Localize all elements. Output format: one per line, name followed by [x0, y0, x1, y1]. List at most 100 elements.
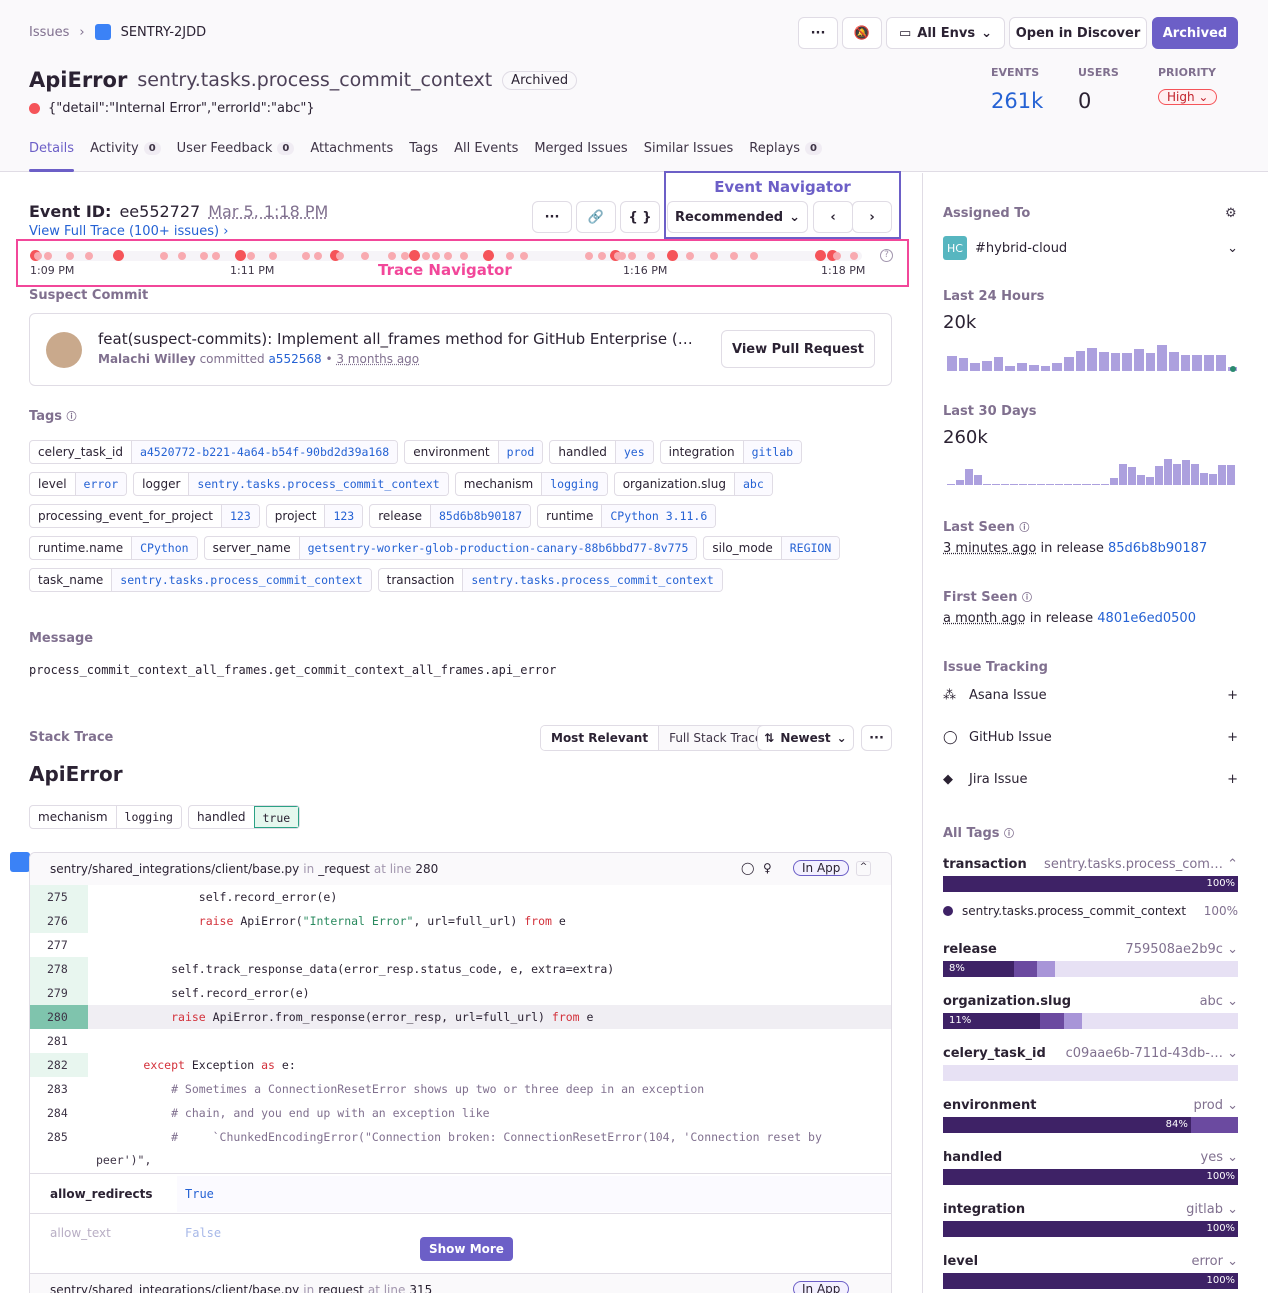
trace-event-dot[interactable] — [585, 252, 593, 260]
stack-more-button[interactable]: ··· — [861, 725, 892, 751]
open-in-discover-button[interactable]: Open in Discover — [1009, 17, 1147, 49]
collapse-frame-button[interactable]: ^ — [856, 861, 871, 876]
source-map-icon[interactable]: ♀ — [763, 861, 772, 875]
archived-button[interactable]: Archived — [1152, 17, 1238, 49]
github-issue-item[interactable]: ◯ GitHub Issue + — [943, 730, 1238, 745]
last-30-days-sparkline[interactable] — [947, 458, 1235, 485]
trace-event-dot[interactable] — [302, 252, 310, 260]
tag-distribution-organization-slug[interactable]: organization.slug abc ⌄ 11% — [943, 994, 1238, 1029]
mute-button[interactable]: 🔕 — [842, 17, 882, 49]
next-event-button[interactable]: › — [852, 201, 892, 233]
asana-issue-item[interactable]: ⁂ Asana Issue + — [943, 688, 1238, 703]
jira-issue-item[interactable]: ◆ Jira Issue + — [943, 772, 1238, 787]
trace-event-dot[interactable] — [200, 252, 208, 260]
trace-event-dot[interactable] — [444, 252, 452, 260]
trace-event-dot[interactable] — [409, 250, 420, 261]
assignee-select[interactable]: HC #hybrid-cloud ⌄ — [943, 236, 1238, 260]
tag-pill[interactable]: task_name sentry.tasks.process_commit_con… — [29, 568, 372, 592]
trace-event-dot[interactable] — [361, 252, 369, 260]
tag-pill[interactable]: environment prod — [404, 440, 544, 464]
tag-pill[interactable]: logger sentry.tasks.process_commit_contex… — [133, 472, 449, 496]
trace-event-dot[interactable] — [235, 250, 246, 261]
trace-event-dot[interactable] — [388, 252, 396, 260]
trace-event-dot[interactable] — [460, 252, 468, 260]
trace-timeline[interactable] — [30, 250, 862, 261]
tag-pill[interactable]: release 85d6b8b90187 — [369, 504, 532, 528]
view-full-trace-link[interactable]: View Full Trace (100+ issues) › — [29, 224, 228, 239]
tag-distribution-level[interactable]: level error ⌄ 100% — [943, 1254, 1238, 1289]
trace-event-dot[interactable] — [815, 250, 826, 261]
tag-pill[interactable]: processing_event_for_project 123 — [29, 504, 260, 528]
tab-user-feedback[interactable]: User Feedback 0 — [177, 141, 295, 156]
trace-event-dot[interactable] — [483, 250, 494, 261]
tag-distribution-release[interactable]: release 759508ae2b9c ⌄ 8% — [943, 942, 1238, 977]
trace-event-dot[interactable] — [506, 252, 514, 260]
tab-activity[interactable]: Activity 0 — [90, 141, 161, 156]
recommended-dropdown[interactable]: Recommended ⌄ — [667, 201, 808, 233]
tab-replays[interactable]: Replays 0 — [749, 141, 823, 156]
env-select[interactable]: ▭ All Envs ⌄ — [886, 17, 1005, 49]
tag-pill[interactable]: handled yes — [549, 440, 654, 464]
settings-gear-icon[interactable]: ⚙ — [1225, 206, 1237, 221]
tab-similar-issues[interactable]: Similar Issues — [644, 141, 734, 156]
trace-event-dot[interactable] — [401, 252, 409, 260]
trace-event-dot[interactable] — [247, 252, 255, 260]
events-count[interactable]: 261k — [991, 89, 1043, 113]
tag-pill[interactable]: mechanism logging — [454, 472, 608, 496]
most-relevant-button[interactable]: Most Relevant — [541, 726, 660, 750]
copy-link-button[interactable]: 🔗 — [576, 201, 616, 233]
tag-pill[interactable]: celery_task_id a4520772-b221-4a64-b54f-90… — [29, 440, 399, 464]
tag-pill[interactable]: level error — [29, 472, 128, 496]
tag-distribution-transaction[interactable]: transaction sentry.tasks.process_com… ⌃ 1… — [943, 857, 1238, 918]
trace-event-dot[interactable] — [422, 252, 430, 260]
last-24-hours-sparkline[interactable] — [947, 343, 1238, 371]
trace-event-dot[interactable] — [44, 252, 52, 260]
tag-pill[interactable]: runtime.name CPython — [29, 536, 198, 560]
trace-event-dot[interactable] — [628, 252, 636, 260]
tab-all-events[interactable]: All Events — [454, 141, 518, 156]
trace-event-dot[interactable] — [618, 252, 626, 260]
trace-event-dot[interactable] — [432, 252, 440, 260]
event-more-button[interactable]: ··· — [532, 201, 572, 233]
full-stack-trace-button[interactable]: Full Stack Trace — [659, 726, 773, 750]
tab-merged-issues[interactable]: Merged Issues — [534, 141, 627, 156]
trace-event-dot[interactable] — [647, 252, 655, 260]
tab-details[interactable]: Details — [29, 141, 74, 156]
trace-event-dot[interactable] — [730, 252, 738, 260]
breadcrumb-issues[interactable]: Issues — [29, 25, 69, 40]
release-link[interactable]: 85d6b8b90187 — [1108, 541, 1207, 556]
trace-event-dot[interactable] — [710, 252, 718, 260]
more-actions-button[interactable]: ··· — [798, 17, 838, 49]
trace-event-dot[interactable] — [269, 252, 277, 260]
trace-event-dot[interactable] — [314, 252, 322, 260]
trace-event-dot[interactable] — [750, 252, 758, 260]
json-button[interactable]: { } — [620, 201, 660, 233]
trace-event-dot[interactable] — [336, 252, 344, 260]
tag-pill[interactable]: integration gitlab — [659, 440, 803, 464]
tag-distribution-handled[interactable]: handled yes ⌄ 100% — [943, 1150, 1238, 1185]
tag-pill[interactable]: runtime CPython 3.11.6 — [537, 504, 717, 528]
commit-sha-link[interactable]: a552568 — [268, 352, 321, 366]
priority-select[interactable]: High ⌄ — [1158, 89, 1218, 105]
trace-event-dot[interactable] — [667, 250, 678, 261]
frame-header-collapsed[interactable]: sentry/shared_integrations/client/base.p… — [30, 1273, 891, 1293]
tag-pill[interactable]: transaction sentry.tasks.process_commit_c… — [377, 568, 723, 592]
show-more-button[interactable]: Show More — [420, 1237, 513, 1261]
tag-distribution-integration[interactable]: integration gitlab ⌄ 100% — [943, 1202, 1238, 1237]
tag-pill[interactable]: server_name getsentry-worker-glob-product… — [203, 536, 698, 560]
tag-distribution-celery-task-id[interactable]: celery_task_id c09aae6b-711d-43db-… ⌄ — [943, 1046, 1238, 1081]
github-icon[interactable]: ◯ — [741, 861, 754, 875]
frame-header[interactable]: sentry/shared_integrations/client/base.p… — [30, 853, 891, 885]
previous-event-button[interactable]: ‹ — [813, 201, 853, 233]
tab-attachments[interactable]: Attachments — [310, 141, 393, 156]
release-link[interactable]: 4801e6ed0500 — [1097, 611, 1196, 626]
view-pull-request-button[interactable]: View Pull Request — [721, 330, 875, 368]
trace-event-dot[interactable] — [850, 252, 858, 260]
trace-event-dot[interactable] — [212, 252, 220, 260]
tag-distribution-environment[interactable]: environment prod ⌄ 84% — [943, 1098, 1238, 1133]
trace-event-dot[interactable] — [598, 252, 606, 260]
trace-event-dot[interactable] — [160, 252, 168, 260]
trace-event-dot[interactable] — [113, 250, 124, 261]
commit-message[interactable]: feat(suspect-commits): Implement all_fra… — [98, 330, 693, 348]
help-icon[interactable]: ? — [880, 249, 893, 262]
